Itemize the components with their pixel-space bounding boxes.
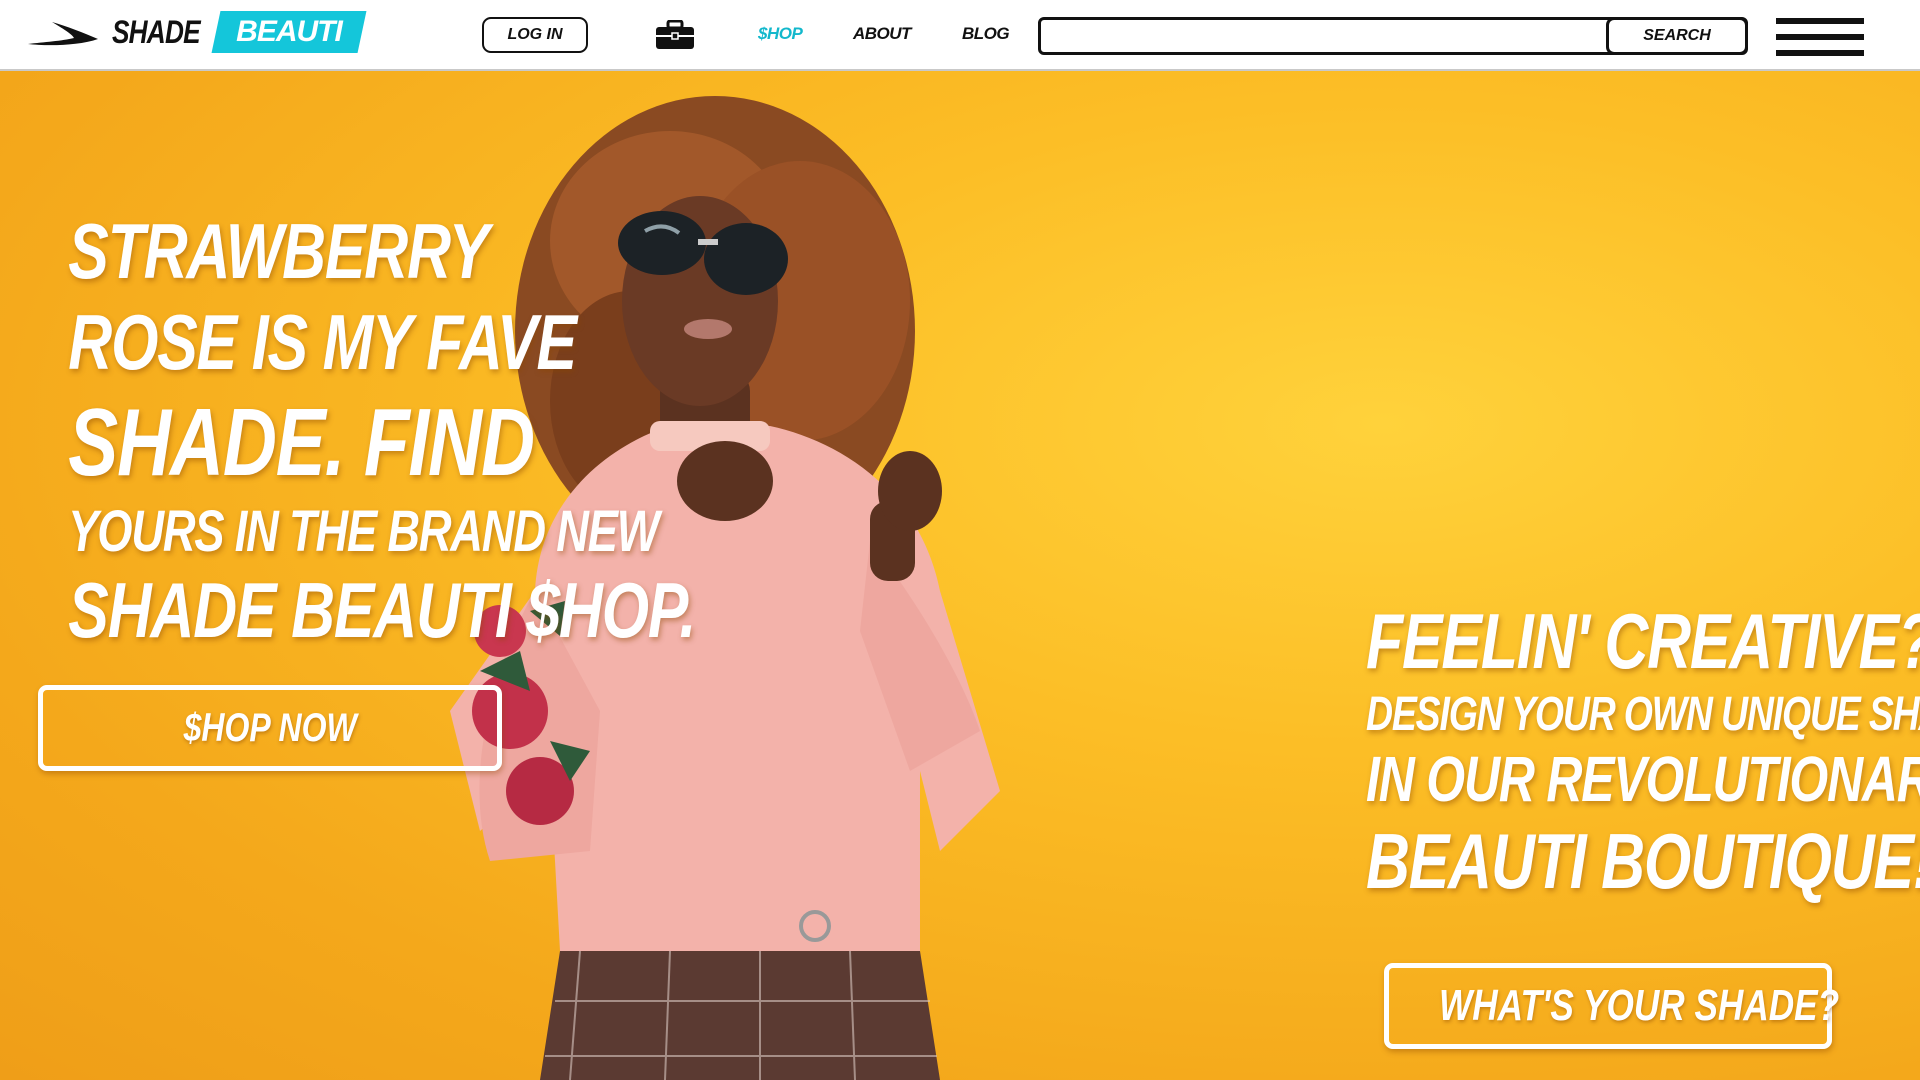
headline-line: DESIGN YOUR OWN UNIQUE SHADE xyxy=(1366,688,1920,741)
brand-name[interactable]: SHADE xyxy=(112,14,201,51)
login-button[interactable]: LOG IN xyxy=(482,17,588,53)
nav-link-about[interactable]: ABOUT xyxy=(853,24,911,44)
search-button[interactable]: SEARCH xyxy=(1606,17,1748,55)
headline-line: SHADE BEAUTI $HOP. xyxy=(68,566,696,654)
headline-line: STRAWBERRY xyxy=(68,207,489,295)
brand-badge[interactable]: BEAUTI xyxy=(216,11,362,53)
nav-link-blog[interactable]: BLOG xyxy=(962,24,1010,44)
headline-line: ROSE IS MY FAVE xyxy=(68,298,577,386)
shop-now-label: $HOP NOW xyxy=(183,706,357,750)
shop-now-button[interactable]: $HOP NOW xyxy=(38,685,502,771)
hero-banner: STRAWBERRY ROSE IS MY FAVE SHADE. FIND Y… xyxy=(0,71,1920,1080)
headline-line: FEELIN' CREATIVE? xyxy=(1366,597,1920,685)
top-navbar: SHADE BEAUTI LOG IN $HOP ABOUT BLOG SEAR… xyxy=(0,0,1920,71)
headline-line: YOURS IN THE BRAND NEW xyxy=(68,499,659,564)
whats-your-shade-button[interactable]: WHAT'S YOUR SHADE? xyxy=(1384,963,1839,1049)
hero-left-headline: STRAWBERRY ROSE IS MY FAVE SHADE. FIND Y… xyxy=(10,206,696,656)
nav-link-shop[interactable]: $HOP xyxy=(758,24,803,44)
headline-line: BEAUTI BOUTIQUE! xyxy=(1366,817,1920,905)
headline-line: SHADE. FIND xyxy=(68,389,535,496)
hero-right-headline: FEELIN' CREATIVE? DESIGN YOUR OWN UNIQUE… xyxy=(1300,596,1920,907)
hamburger-menu-icon[interactable] xyxy=(1776,18,1864,56)
whats-your-shade-label: WHAT'S YOUR SHADE? xyxy=(1439,981,1840,1030)
swoosh-logo-icon[interactable] xyxy=(26,20,100,50)
headline-line: IN OUR REVOLUTIONARY xyxy=(1366,743,1920,815)
briefcase-icon[interactable] xyxy=(655,20,695,50)
